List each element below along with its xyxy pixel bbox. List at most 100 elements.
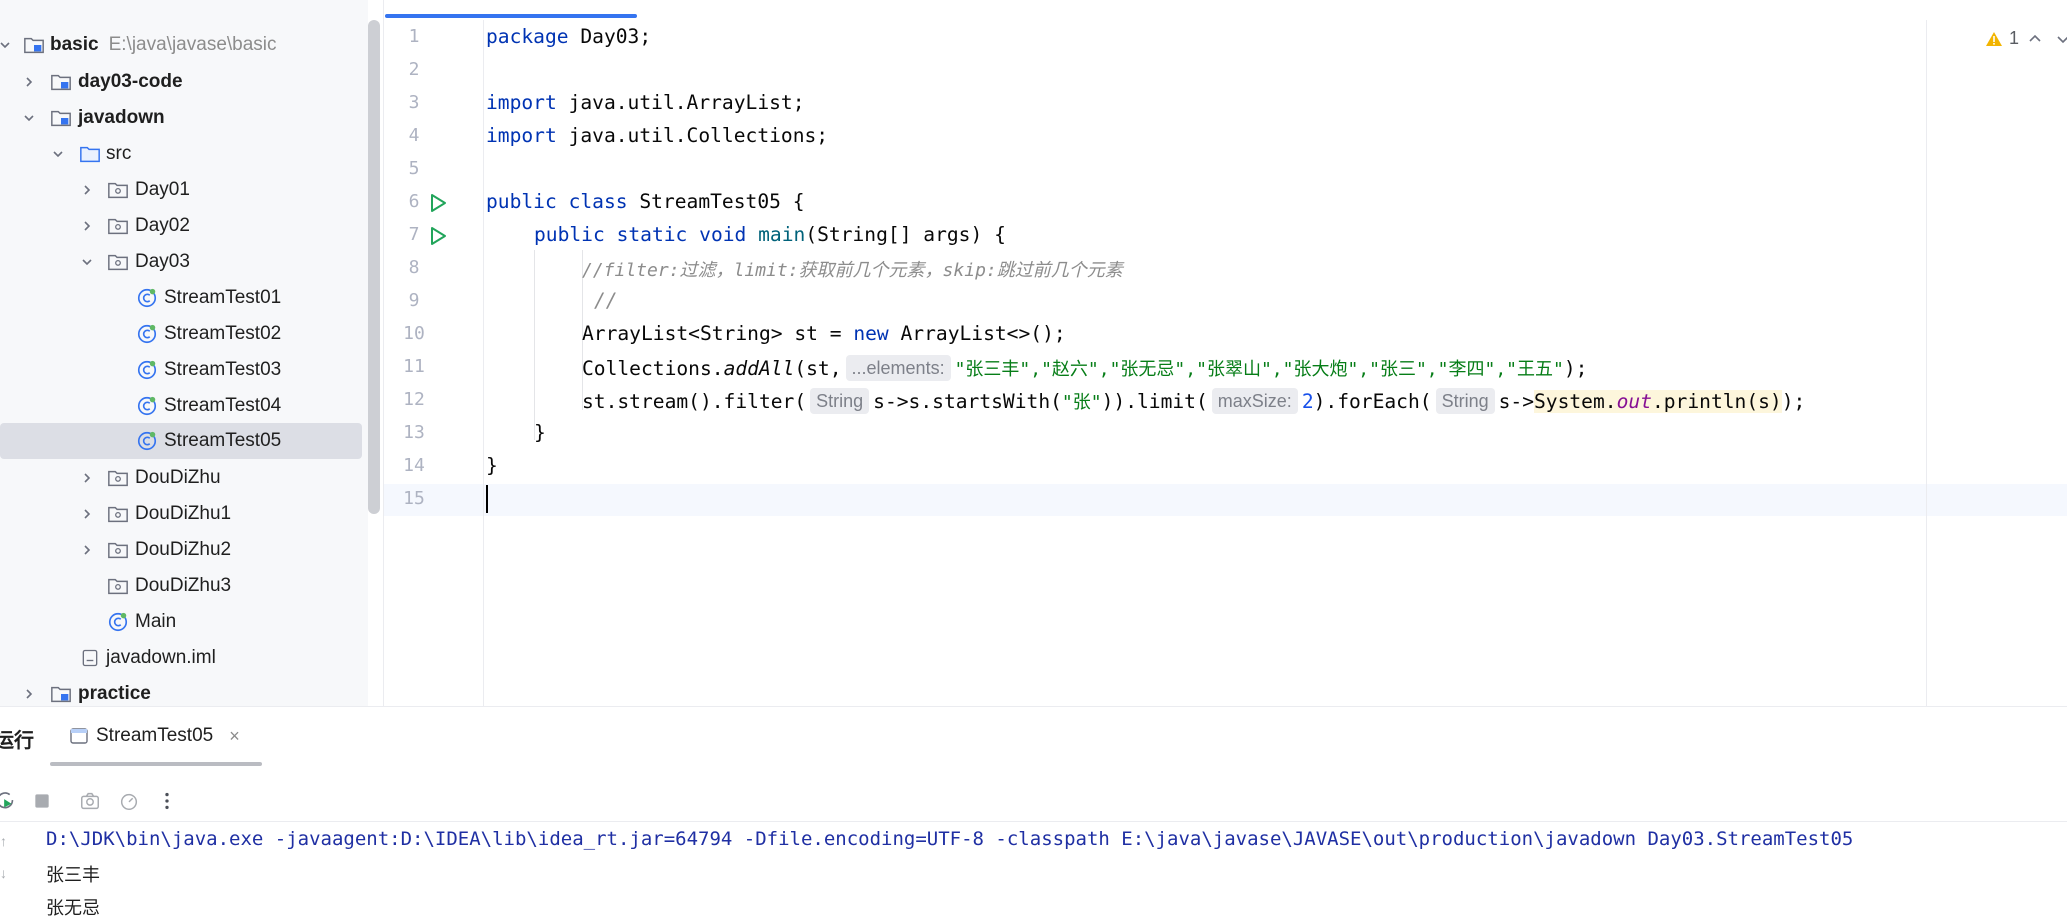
code-line-12[interactable]: st.stream().filter(String s->s.startsWith… — [582, 388, 1805, 414]
code-line-1[interactable]: package Day03; — [486, 25, 651, 48]
tree-item-basic[interactable]: basic E:\java\javase\basic — [0, 27, 364, 63]
chevron-down-icon[interactable] — [47, 143, 69, 165]
tree-item-doudizhu[interactable]: DouDiZhu — [0, 460, 364, 496]
tree-item-src[interactable]: src — [0, 136, 364, 172]
warning-icon — [1986, 31, 2002, 46]
package-icon — [106, 538, 130, 562]
line-number: 11 — [403, 356, 425, 377]
package-icon — [106, 574, 130, 598]
code-line-9[interactable]: // — [594, 289, 618, 312]
scroll-arrows: ↑ ↓ — [0, 827, 14, 907]
tree-item-day03[interactable]: Day03 — [0, 244, 364, 280]
tree-item-streamtest02[interactable]: StreamTest02 — [0, 316, 364, 352]
current-line-highlight — [384, 484, 2067, 516]
camera-icon[interactable] — [78, 789, 102, 813]
chevron-up-icon[interactable] — [2028, 32, 2042, 46]
tree-item-streamtest05[interactable]: StreamTest05 — [0, 423, 362, 459]
chevron-right-icon[interactable] — [18, 71, 40, 93]
rerun-icon[interactable] — [0, 789, 18, 813]
tree-item-streamtest04[interactable]: StreamTest04 — [0, 388, 364, 424]
tree-item-label: StreamTest03 — [164, 359, 282, 380]
tree-item-doudizhu1[interactable]: DouDiZhu1 — [0, 496, 364, 532]
stop-icon[interactable] — [30, 789, 54, 813]
java-class-icon — [135, 322, 159, 346]
chevron-right-icon[interactable] — [76, 179, 98, 201]
code-line-4[interactable]: import java.util.Collections; — [486, 124, 828, 147]
code-line-14[interactable]: } — [486, 454, 498, 477]
chevron-right-icon[interactable] — [18, 683, 40, 705]
package-icon — [106, 178, 130, 202]
tree-item-label: DouDiZhu1 — [135, 503, 232, 524]
tree-item-label: day03-code — [78, 71, 183, 92]
module-folder-icon — [49, 682, 73, 706]
project-tree: basic E:\java\javase\basic day03-code jav… — [0, 0, 368, 706]
tree-item-javadown[interactable]: javadown — [0, 100, 364, 136]
tree-item-label: Day01 — [135, 179, 190, 200]
tree-item-label: StreamTest05 — [164, 430, 282, 451]
tree-item-label: Day03 — [135, 251, 190, 272]
tree-item-streamtest03[interactable]: StreamTest03 — [0, 352, 364, 388]
run-tool-window: 运行 StreamTest05 × ↑ ↓ D:\JDK\bin\java.ex… — [0, 706, 2067, 919]
tree-item-label: DouDiZhu2 — [135, 539, 232, 560]
tree-item-doudizhu2[interactable]: DouDiZhu2 — [0, 532, 364, 568]
close-icon[interactable]: × — [229, 726, 240, 747]
chevron-down-icon[interactable] — [18, 107, 40, 129]
source-folder-icon — [78, 142, 102, 166]
more-options-icon[interactable] — [155, 789, 179, 813]
chevron-right-icon[interactable] — [76, 215, 98, 237]
code-line-8[interactable]: //filter:过滤，limit:获取前几个元素，skip:跳过前几个元素 — [582, 256, 1123, 282]
tree-item-label: javadown.iml — [106, 647, 216, 668]
run-tab-label: StreamTest05 — [96, 725, 214, 746]
chevron-down-icon[interactable] — [0, 34, 16, 56]
line-number: 14 — [403, 455, 425, 476]
run-gutter-icon[interactable] — [427, 192, 449, 214]
parameter-hint: maxSize: — [1211, 388, 1298, 414]
code-line-6[interactable]: public class StreamTest05 { — [486, 190, 805, 213]
run-panel-title: 运行 — [0, 730, 34, 752]
tree-item-practice[interactable]: practice — [0, 676, 364, 706]
console-separator — [0, 821, 2067, 822]
arrow-up-icon[interactable]: ↑ — [0, 833, 7, 849]
tree-item-label: basic E:\java\javase\basic — [50, 34, 277, 55]
arrow-down-icon[interactable]: ↓ — [0, 865, 7, 881]
tree-item-day03-code[interactable]: day03-code — [0, 64, 364, 100]
java-class-icon — [135, 394, 159, 418]
tree-item-javadown-iml[interactable]: javadown.iml — [0, 640, 364, 676]
chevron-right-icon[interactable] — [76, 539, 98, 561]
tree-item-doudizhu3[interactable]: DouDiZhu3 — [0, 568, 364, 604]
profiler-icon[interactable] — [117, 789, 141, 813]
parameter-hint: ...elements: — [845, 355, 951, 381]
package-icon — [106, 466, 130, 490]
type-hint: String — [810, 388, 870, 414]
tree-item-streamtest01[interactable]: StreamTest01 — [0, 280, 364, 316]
inspection-widget[interactable]: 1 — [1985, 28, 2019, 49]
line-number: 10 — [403, 323, 425, 344]
chevron-down-icon[interactable] — [2056, 32, 2067, 46]
run-gutter-icon[interactable] — [427, 225, 449, 247]
java-class-icon — [135, 358, 159, 382]
console-command-line: D:\JDK\bin\java.exe -javaagent:D:\IDEA\l… — [46, 828, 1854, 850]
text-caret — [486, 485, 488, 513]
console-output-line: 张三丰 — [46, 865, 100, 886]
code-line-11[interactable]: Collections.addAll(st, ...elements: "张三丰",… — [582, 355, 1587, 381]
right-margin-line — [1926, 20, 1927, 706]
tree-item-main[interactable]: Main — [0, 604, 364, 640]
chevron-down-icon[interactable] — [76, 251, 98, 273]
code-line-13[interactable]: } — [534, 421, 546, 444]
java-class-icon — [135, 429, 159, 453]
warning-count: 1 — [2009, 28, 2020, 48]
code-line-10[interactable]: ArrayList<String> st = new ArrayList<>()… — [582, 322, 1066, 345]
tree-item-day02[interactable]: Day02 — [0, 208, 364, 244]
code-line-3[interactable]: import java.util.ArrayList; — [486, 91, 805, 114]
tree-scrollbar[interactable] — [368, 20, 380, 514]
run-toolbar — [0, 781, 200, 821]
code-line-7[interactable]: public static void main(String[] args) { — [534, 223, 1006, 246]
tree-item-day01[interactable]: Day01 — [0, 172, 364, 208]
chevron-right-icon[interactable] — [76, 467, 98, 489]
line-number: 2 — [408, 59, 420, 80]
tree-item-label: StreamTest02 — [164, 323, 282, 344]
chevron-right-icon[interactable] — [76, 503, 98, 525]
module-folder-icon — [22, 33, 46, 57]
tree-item-label: javadown — [78, 107, 165, 128]
run-tab-streamtest05[interactable]: StreamTest05 × — [70, 725, 240, 747]
